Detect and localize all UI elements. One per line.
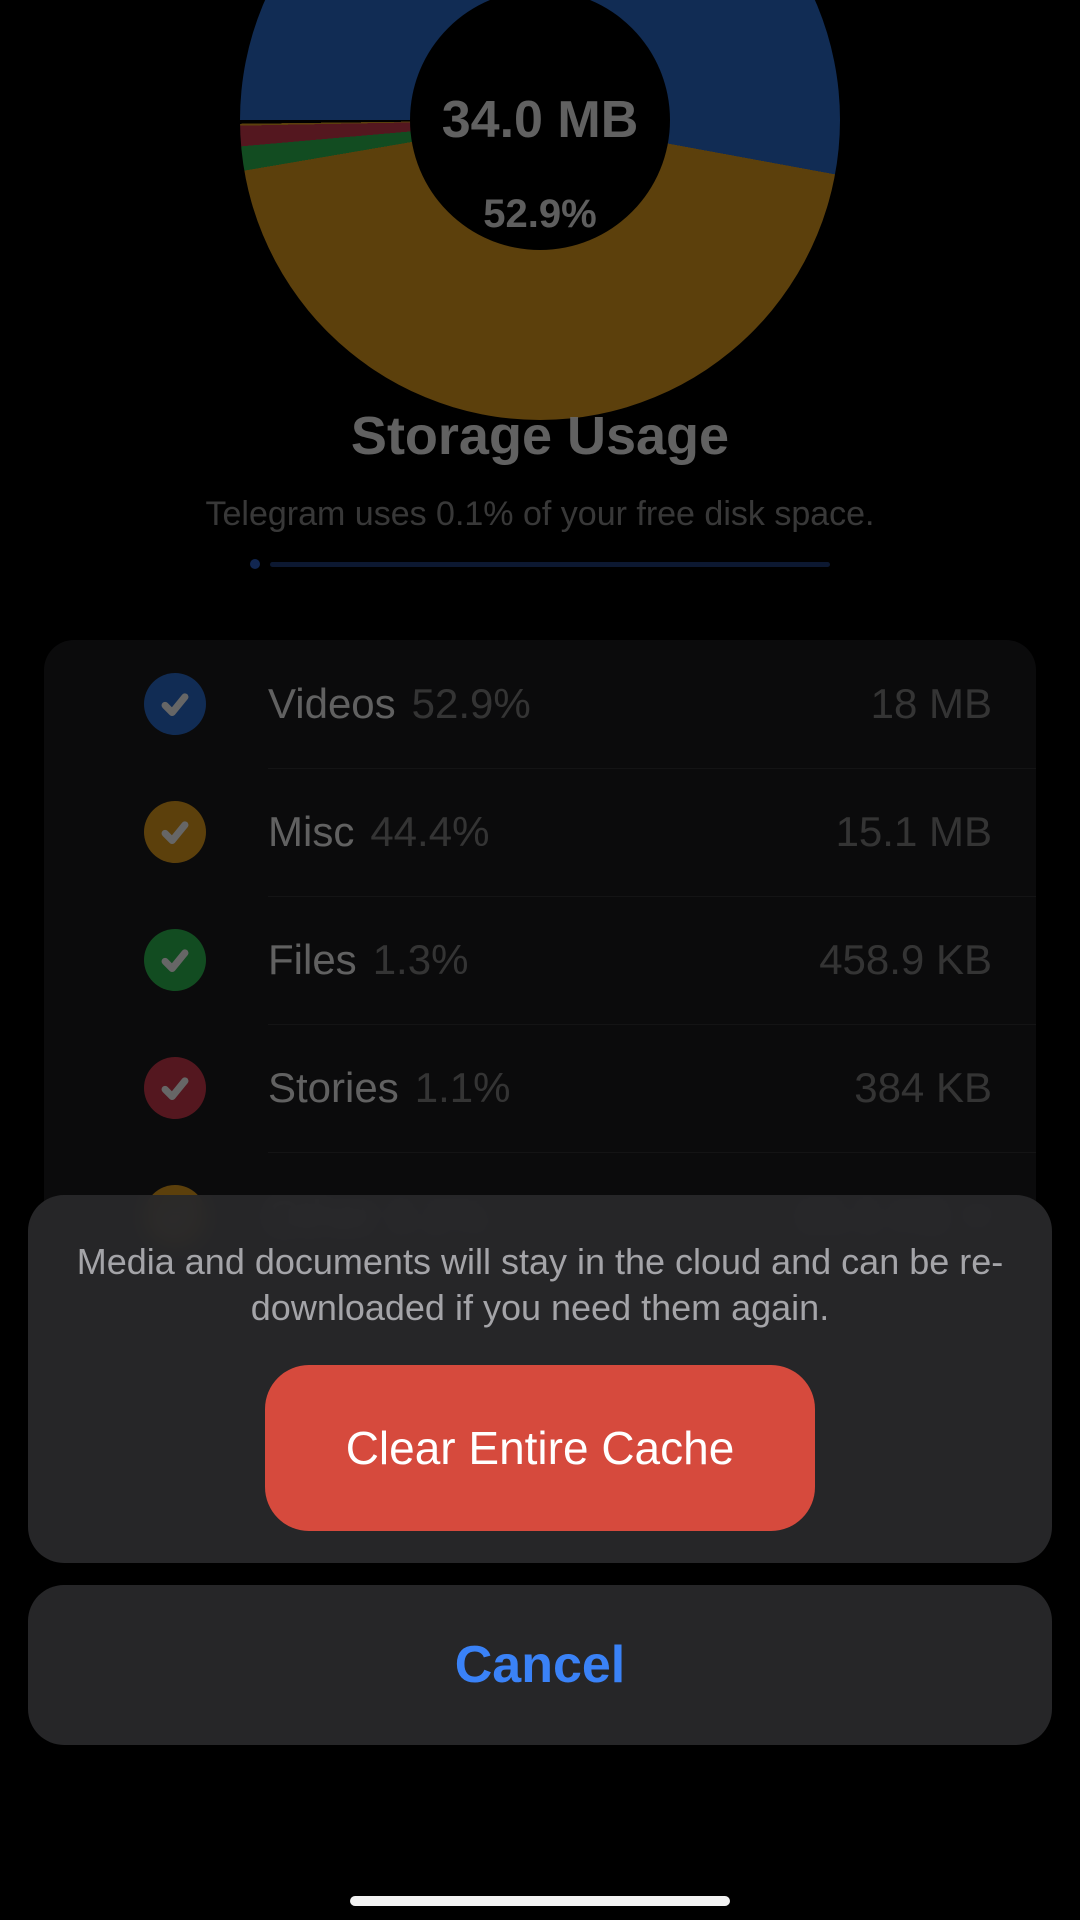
action-sheet-message: Media and documents will stay in the clo…: [28, 1195, 1052, 1365]
clear-entire-cache-button[interactable]: Clear Entire Cache: [265, 1365, 815, 1531]
clear-cache-action-sheet: Media and documents will stay in the clo…: [28, 1195, 1052, 1745]
home-indicator[interactable]: [350, 1896, 730, 1906]
cancel-button[interactable]: Cancel: [28, 1585, 1052, 1745]
